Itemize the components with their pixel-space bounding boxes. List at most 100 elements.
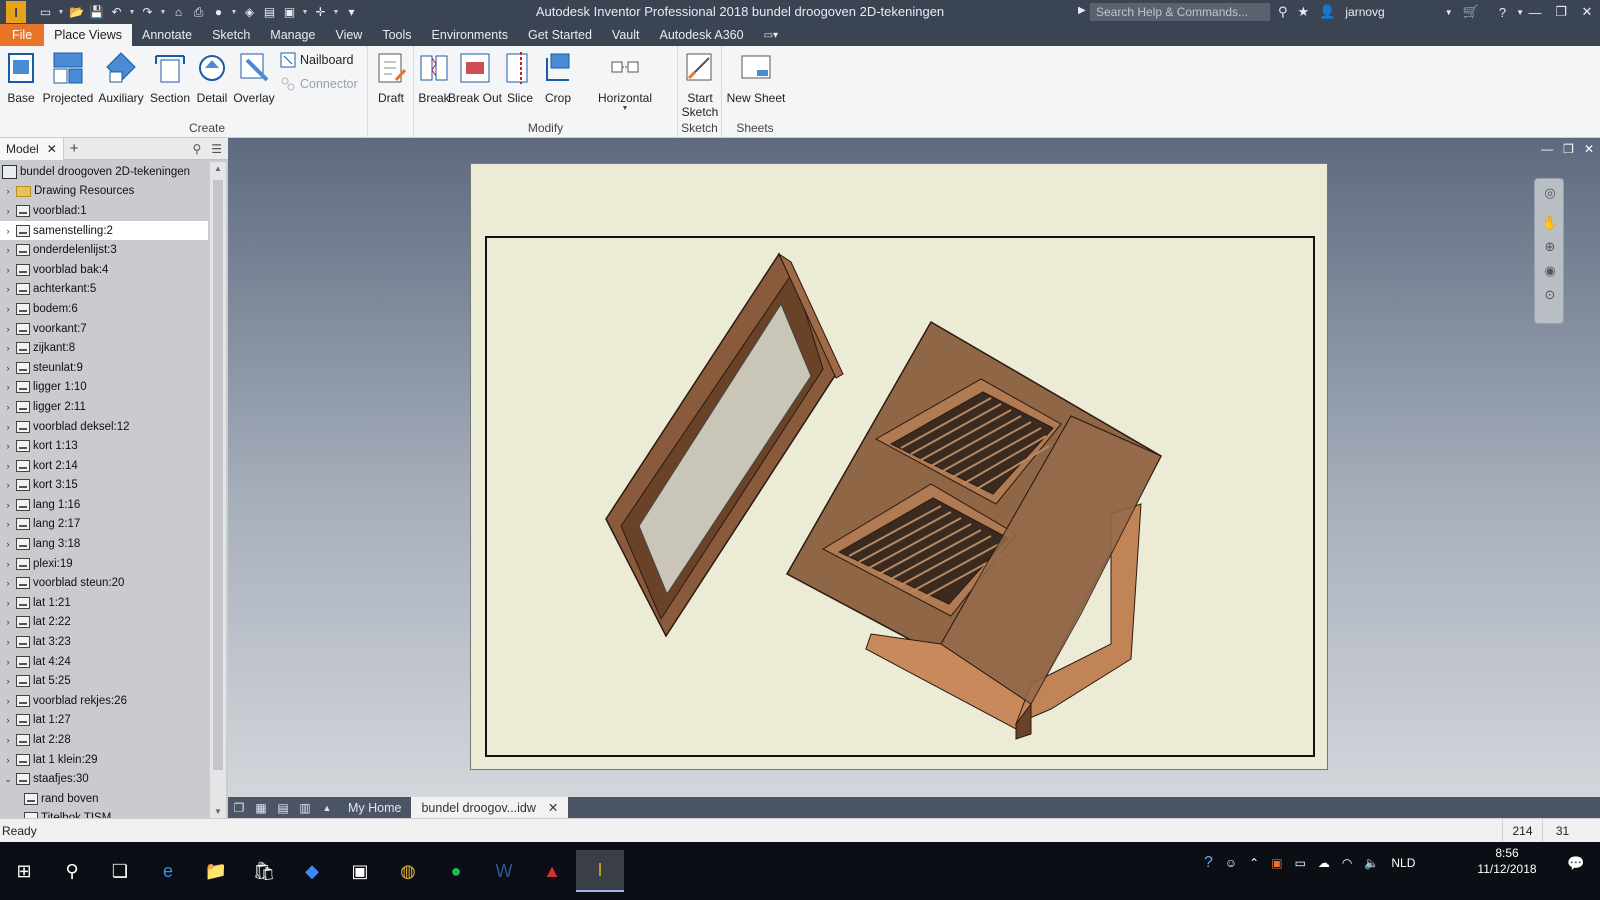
expand-icon[interactable]: › xyxy=(2,324,14,334)
break-button[interactable]: Break xyxy=(416,50,452,105)
restore-icon[interactable]: ❐ xyxy=(1548,0,1574,24)
tree-item-sheet[interactable]: › steunlat:9 xyxy=(0,358,208,378)
tree-item-sheet[interactable]: › lat 1:27 xyxy=(0,711,208,731)
expand-icon[interactable]: › xyxy=(2,382,14,392)
tree-root[interactable]: bundel droogoven 2D-tekeningen xyxy=(0,162,208,182)
collapse-icon[interactable]: ⌄ xyxy=(2,774,14,785)
search-icon[interactable]: ⚲ xyxy=(192,142,201,156)
new-icon[interactable]: ▭ xyxy=(37,3,54,21)
expand-icon[interactable]: › xyxy=(2,284,14,294)
pack-icon[interactable]: ▤ xyxy=(261,3,278,21)
break-out-button[interactable]: Break Out xyxy=(448,50,502,105)
tab-sketch[interactable]: Sketch xyxy=(202,24,260,46)
tree-item-sheet[interactable]: › lang 2:17 xyxy=(0,515,208,535)
expand-icon[interactable]: › xyxy=(2,245,14,255)
browser-tab-model[interactable]: Model ✕ xyxy=(0,137,64,160)
zoom-icon[interactable]: ⊕ xyxy=(1541,239,1559,257)
doc-restore-icon[interactable]: ❐ xyxy=(1563,142,1574,156)
doc-close-icon[interactable]: ✕ xyxy=(1584,142,1594,156)
tree-item-sheet[interactable]: › lat 3:23 xyxy=(0,632,208,652)
tree-item-sheet[interactable]: › plexi:19 xyxy=(0,554,208,574)
expand-icon[interactable]: › xyxy=(2,539,14,549)
expand-icon[interactable]: › xyxy=(2,226,14,236)
spotify-icon[interactable]: ● xyxy=(432,850,480,892)
expand-icon[interactable]: › xyxy=(2,735,14,745)
close-icon[interactable]: ✕ xyxy=(1574,0,1600,24)
drawing-sheet[interactable] xyxy=(470,163,1328,770)
word-icon[interactable]: W xyxy=(480,850,528,892)
expand-icon[interactable]: › xyxy=(2,676,14,686)
tree-item-sheet[interactable]: › lat 4:24 xyxy=(0,652,208,672)
steering-wheel-icon[interactable]: ◎ xyxy=(1541,185,1559,203)
open-icon[interactable]: 📂 xyxy=(68,3,85,21)
browser-scrollbar[interactable]: ▲ ▼ xyxy=(210,162,226,818)
detail-button[interactable]: Detail xyxy=(192,50,232,105)
clock[interactable]: 8:56 11/12/2018 xyxy=(1470,845,1544,877)
redo-dropdown-icon[interactable]: ▼ xyxy=(159,9,167,16)
home-icon[interactable]: ⌂ xyxy=(170,3,187,21)
expand-icon[interactable]: › xyxy=(2,637,14,647)
horizontal-dropdown-icon[interactable]: ▼ xyxy=(622,105,629,112)
vertical-tile-icon[interactable]: ▥ xyxy=(294,797,316,818)
tab-view[interactable]: View xyxy=(325,24,372,46)
expand-icon[interactable]: › xyxy=(2,441,14,451)
expand-icon[interactable]: › xyxy=(2,422,14,432)
expand-icon[interactable]: › xyxy=(2,755,14,765)
tree-item-sheet[interactable]: › lat 1:21 xyxy=(0,593,208,613)
tree-item-sheet[interactable]: › voorblad:1 xyxy=(0,201,208,221)
tree-item-sheet[interactable]: › lat 2:22 xyxy=(0,613,208,633)
tree-item-sheet[interactable]: › lang 3:18 xyxy=(0,534,208,554)
help-tray-icon[interactable]: ? xyxy=(1204,854,1213,872)
tree-item-view[interactable]: Titelbok TISM xyxy=(0,809,208,818)
customize-qat-icon[interactable]: ▾ xyxy=(343,3,360,21)
tree-item-sheet[interactable]: › lat 1 klein:29 xyxy=(0,750,208,770)
projected-button[interactable]: Projected xyxy=(42,50,94,105)
expand-icon[interactable]: › xyxy=(2,578,14,588)
close-document-icon[interactable]: ✕ xyxy=(548,800,558,815)
photos-icon[interactable]: ▣ xyxy=(336,850,384,892)
scrollbar-thumb[interactable] xyxy=(213,180,223,770)
appearance-icon[interactable]: ● xyxy=(210,3,227,21)
orbit-icon[interactable]: ◉ xyxy=(1541,263,1559,281)
open-documents-icon[interactable]: ▲ xyxy=(316,797,338,818)
doc-minimize-icon[interactable]: — xyxy=(1541,142,1553,156)
search-help-icon[interactable]: ⚲ xyxy=(1278,4,1288,20)
zoom-window-icon[interactable]: ⊙ xyxy=(1541,287,1559,305)
file-explorer-icon[interactable]: 📁 xyxy=(192,850,240,892)
tree-item-sheet[interactable]: › zijkant:8 xyxy=(0,338,208,358)
auxiliary-button[interactable]: Auxiliary xyxy=(96,50,146,105)
tray-app-icon[interactable]: ▣ xyxy=(1271,856,1282,870)
tree-item-sheet[interactable]: › lat 2:28 xyxy=(0,730,208,750)
acrobat-icon[interactable]: ▲ xyxy=(528,850,576,892)
overlay-button[interactable]: Overlay xyxy=(232,50,276,105)
scroll-up-icon[interactable]: ▲ xyxy=(210,164,226,173)
inventor-taskbar-icon[interactable]: I xyxy=(576,850,624,892)
tab-autodesk-a360[interactable]: Autodesk A360 xyxy=(649,24,753,46)
battery-icon[interactable]: ▭ xyxy=(1295,856,1306,870)
tree-item-sheet[interactable]: › voorblad deksel:12 xyxy=(0,417,208,437)
expand-icon[interactable]: › xyxy=(2,206,14,216)
tab-tools[interactable]: Tools xyxy=(372,24,421,46)
save-icon[interactable]: 💾 xyxy=(88,3,105,21)
redo-icon[interactable]: ↷ xyxy=(139,3,156,21)
measure-dropdown-icon[interactable]: ▼ xyxy=(332,9,340,16)
tab-file[interactable]: File xyxy=(0,24,45,46)
tree-item-sheet[interactable]: › samenstelling:2 xyxy=(0,220,208,241)
wifi-icon[interactable]: ◠ xyxy=(1342,856,1352,870)
graphics-window[interactable]: — ❐ ✕ ◎ ✋ ⊕ ◉ ⊙ xyxy=(228,138,1600,797)
windows-start-icon[interactable]: ⊞ xyxy=(0,850,48,892)
expand-icon[interactable]: › xyxy=(2,265,14,275)
export-dropdown-icon[interactable]: ▼ xyxy=(301,9,309,16)
tab-active-document[interactable]: bundel droogov...idw ✕ xyxy=(411,797,569,818)
expand-icon[interactable]: › xyxy=(2,598,14,608)
undo-icon[interactable]: ↶ xyxy=(108,3,125,21)
print-icon[interactable]: ⎙ xyxy=(190,3,207,21)
show-hidden-icons-icon[interactable]: ⌃ xyxy=(1249,856,1259,870)
export-icon[interactable]: ▣ xyxy=(281,3,298,21)
volume-icon[interactable]: 🔈 xyxy=(1364,856,1379,870)
base-button[interactable]: Base xyxy=(2,50,40,105)
expand-icon[interactable]: › xyxy=(2,500,14,510)
pan-icon[interactable]: ✋ xyxy=(1541,215,1559,233)
tree-item-sheet[interactable]: › kort 3:15 xyxy=(0,476,208,496)
expand-icon[interactable]: › xyxy=(2,363,14,373)
